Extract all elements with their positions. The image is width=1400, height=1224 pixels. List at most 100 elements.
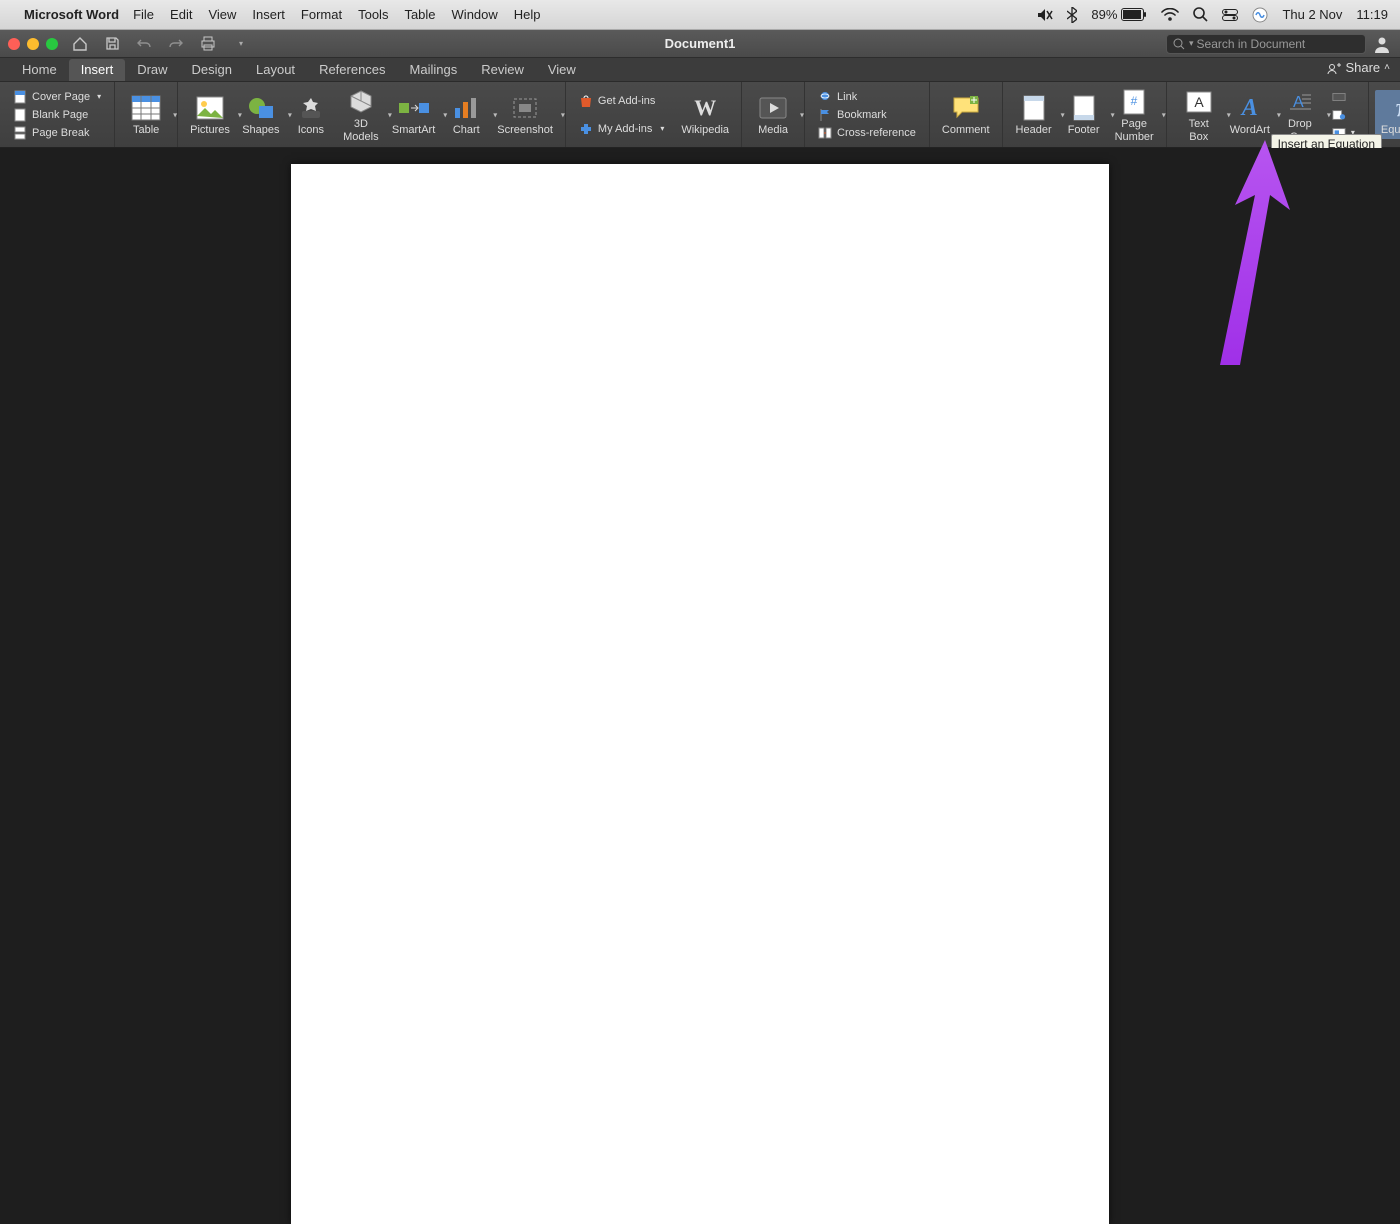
group-addins: Get Add-ins My Add-ins▾ W Wikipedia bbox=[566, 82, 742, 147]
ribbon: Cover Page▾ Blank Page Page Break ▾ Tabl… bbox=[0, 82, 1400, 148]
tab-view[interactable]: View bbox=[536, 59, 588, 81]
menu-help[interactable]: Help bbox=[514, 7, 541, 22]
media-icon bbox=[756, 94, 790, 122]
wordart-icon: A bbox=[1233, 94, 1267, 122]
menu-window[interactable]: Window bbox=[452, 7, 498, 22]
cover-page-button[interactable]: Cover Page▾ bbox=[10, 89, 104, 105]
shapes-icon bbox=[244, 94, 278, 122]
puzzle-icon bbox=[579, 122, 593, 136]
battery-status[interactable]: 89% bbox=[1091, 7, 1147, 22]
tab-references[interactable]: References bbox=[307, 59, 397, 81]
signature-line-button[interactable] bbox=[1329, 89, 1358, 105]
window-close-button[interactable] bbox=[8, 38, 20, 50]
footer-icon bbox=[1067, 94, 1101, 122]
tab-review[interactable]: Review bbox=[469, 59, 536, 81]
print-icon[interactable] bbox=[198, 34, 218, 54]
pictures-button[interactable]: ▾ Pictures bbox=[184, 90, 236, 138]
menu-table[interactable]: Table bbox=[404, 7, 435, 22]
header-icon bbox=[1017, 94, 1051, 122]
comment-icon bbox=[949, 94, 983, 122]
traffic-lights bbox=[8, 38, 58, 50]
page-break-button[interactable]: Page Break bbox=[10, 125, 104, 141]
page-number-icon: # bbox=[1117, 88, 1151, 116]
svg-text:A: A bbox=[1194, 94, 1204, 110]
media-button[interactable]: ▾ Media bbox=[748, 90, 798, 138]
cube-icon bbox=[344, 88, 378, 116]
tab-mailings[interactable]: Mailings bbox=[398, 59, 470, 81]
header-button[interactable]: ▾ Header bbox=[1009, 90, 1059, 138]
shapes-button[interactable]: ▾ Shapes bbox=[236, 90, 286, 138]
spotlight-search-icon[interactable] bbox=[1193, 7, 1208, 22]
group-media: ▾ Media bbox=[742, 82, 805, 147]
tab-layout[interactable]: Layout bbox=[244, 59, 307, 81]
icons-icon bbox=[294, 94, 328, 122]
app-name[interactable]: Microsoft Word bbox=[24, 7, 119, 22]
table-button[interactable]: ▾ Table bbox=[121, 90, 171, 138]
menu-file[interactable]: File bbox=[133, 7, 154, 22]
footer-button[interactable]: ▾ Footer bbox=[1059, 90, 1109, 138]
bluetooth-icon[interactable] bbox=[1067, 7, 1077, 23]
user-profile-icon[interactable] bbox=[1372, 34, 1392, 54]
page-number-button[interactable]: #▾ Page Number bbox=[1109, 84, 1160, 144]
tab-draw[interactable]: Draw bbox=[125, 59, 179, 81]
wikipedia-button[interactable]: W Wikipedia bbox=[675, 90, 735, 138]
save-icon[interactable] bbox=[102, 34, 122, 54]
svg-text:#: # bbox=[1131, 94, 1138, 108]
chart-button[interactable]: ▾ Chart bbox=[441, 90, 491, 138]
drop-cap-icon: A bbox=[1283, 88, 1317, 116]
group-illustrations: ▾ Pictures ▾ Shapes Icons ▾ 3D Models ▾ … bbox=[178, 82, 566, 147]
smartart-button[interactable]: ▾ SmartArt bbox=[386, 90, 441, 138]
window-minimize-button[interactable] bbox=[27, 38, 39, 50]
bookmark-button[interactable]: Bookmark bbox=[815, 107, 919, 123]
document-canvas[interactable] bbox=[0, 148, 1400, 835]
document-page[interactable] bbox=[291, 164, 1109, 1224]
wifi-icon[interactable] bbox=[1161, 8, 1179, 21]
screenshot-icon bbox=[508, 94, 542, 122]
equation-button[interactable]: π▾ Equation bbox=[1375, 90, 1400, 138]
group-header-footer: ▾ Header ▾ Footer #▾ Page Number bbox=[1003, 82, 1167, 147]
search-input[interactable]: ▾ Search in Document bbox=[1166, 34, 1366, 54]
wordart-button[interactable]: A▾ WordArt bbox=[1225, 90, 1275, 138]
link-button[interactable]: Link bbox=[815, 89, 919, 105]
comment-button[interactable]: Comment bbox=[936, 90, 996, 138]
group-links: Link Bookmark Cross-reference bbox=[805, 82, 930, 147]
menubar-time[interactable]: 11:19 bbox=[1356, 7, 1388, 22]
undo-icon[interactable] bbox=[134, 34, 154, 54]
menu-format[interactable]: Format bbox=[301, 7, 342, 22]
menu-tools[interactable]: Tools bbox=[358, 7, 388, 22]
link-icon bbox=[818, 90, 832, 104]
qat-customize-button[interactable] bbox=[230, 34, 250, 54]
menu-edit[interactable]: Edit bbox=[170, 7, 192, 22]
share-label: Share bbox=[1345, 60, 1380, 75]
share-button[interactable]: Share ˄ bbox=[1327, 60, 1390, 75]
menu-view[interactable]: View bbox=[208, 7, 236, 22]
page-break-icon bbox=[13, 126, 27, 140]
siri-icon[interactable] bbox=[1252, 7, 1268, 23]
date-time-icon bbox=[1332, 108, 1346, 122]
get-addins-button[interactable]: Get Add-ins bbox=[576, 93, 667, 109]
volume-muted-icon[interactable] bbox=[1037, 8, 1053, 22]
my-addins-button[interactable]: My Add-ins▾ bbox=[576, 121, 667, 137]
screenshot-button[interactable]: ▾ Screenshot bbox=[491, 90, 559, 138]
home-icon[interactable] bbox=[70, 34, 90, 54]
tab-design[interactable]: Design bbox=[180, 59, 244, 81]
menubar-date[interactable]: Thu 2 Nov bbox=[1282, 7, 1342, 22]
tab-home[interactable]: Home bbox=[10, 59, 69, 81]
text-box-button[interactable]: A▾ Text Box bbox=[1173, 84, 1225, 144]
control-center-icon[interactable] bbox=[1222, 9, 1238, 21]
search-placeholder: Search in Document bbox=[1197, 37, 1306, 51]
cross-reference-button[interactable]: Cross-reference bbox=[815, 125, 919, 141]
menu-insert[interactable]: Insert bbox=[252, 7, 285, 22]
blank-page-button[interactable]: Blank Page bbox=[10, 107, 104, 123]
date-time-button[interactable] bbox=[1329, 107, 1358, 123]
shopping-bag-icon bbox=[579, 94, 593, 108]
smartart-icon bbox=[397, 94, 431, 122]
blank-page-icon bbox=[13, 108, 27, 122]
icons-button[interactable]: Icons bbox=[286, 90, 336, 138]
3d-models-button[interactable]: ▾ 3D Models bbox=[336, 84, 386, 144]
window-maximize-button[interactable] bbox=[46, 38, 58, 50]
group-comment: Comment bbox=[930, 82, 1003, 147]
tab-insert[interactable]: Insert bbox=[69, 59, 126, 81]
redo-icon[interactable] bbox=[166, 34, 186, 54]
chevron-up-icon: ˄ bbox=[1384, 62, 1390, 73]
